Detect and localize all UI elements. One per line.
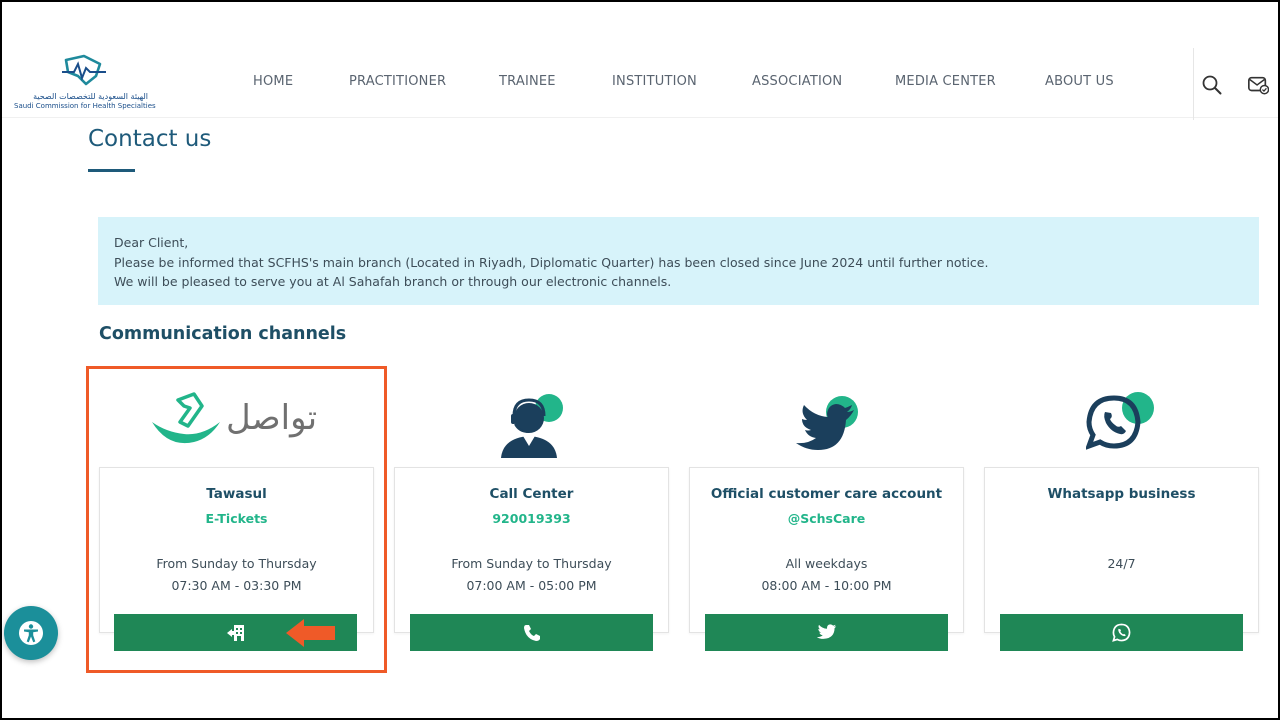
title-underline [88,169,135,172]
card-subtitle-link[interactable]: E-Tickets [100,511,373,526]
whatsapp-icon [1086,392,1154,450]
accessibility-button[interactable] [4,606,58,660]
nav-item-home[interactable]: HOME [253,74,293,89]
card-days: All weekdays [785,556,868,571]
logo-arabic-text: الهيئة السعودية للتخصصات الصحية [33,92,148,101]
tawasul-logo-text: تواصل [226,398,318,438]
notice-line-2: Please be informed that SCFHS's main bra… [114,254,989,270]
card-hours: 08:00 AM - 10:00 PM [761,578,892,593]
card-title: Whatsapp business [1047,486,1196,502]
channel-card-tawasul: Tawasul E-Tickets From Sunday to Thursda… [99,467,374,633]
logo-mark-icon [62,54,106,86]
card-title: Official customer care account [710,486,943,502]
phone-icon [523,624,540,641]
card-hours: 07:30 AM - 03:30 PM [171,578,302,593]
nav-item-association[interactable]: ASSOCIATION [752,74,842,89]
channel-card-whatsapp: Whatsapp business 24/7 [984,467,1259,633]
section-title: Communication channels [99,324,347,344]
card-days: 24/7 [1107,556,1136,571]
whatsapp-button[interactable] [1000,614,1243,651]
notice-line-1: Dear Client, [114,235,189,250]
ticket-icon [226,624,244,641]
search-icon[interactable] [1201,74,1223,96]
card-days: From Sunday to Thursday [451,556,612,571]
page-title: Contact us [88,126,212,152]
accessibility-icon [19,621,43,645]
twitter-button[interactable] [705,614,948,651]
card-title: Call Center [489,486,574,502]
notice-line-3: We will be pleased to serve you at Al Sa… [114,274,672,289]
nav-item-practitioner[interactable]: PRACTITIONER [349,74,446,89]
nav-item-institution[interactable]: INSTITUTION [612,74,697,89]
whatsapp-icon [1112,623,1131,642]
notice-banner: Dear Client, Please be informed that SCF… [98,217,1259,305]
pointer-arrow-icon [286,619,335,647]
card-title: Tawasul [206,486,267,502]
mail-check-icon[interactable] [1247,74,1269,96]
twitter-bird-icon [796,396,858,450]
nav-item-about-us[interactable]: ABOUT US [1045,74,1114,89]
channel-card-call-center: Call Center 920019393 From Sunday to Thu… [394,467,669,633]
tawasul-logo: تواصل [150,392,320,450]
call-center-button[interactable] [410,614,653,651]
nav-item-trainee[interactable]: TRAINEE [499,74,556,89]
scfhs-logo[interactable]: الهيئة السعودية للتخصصات الصحية Saudi Co… [14,54,156,114]
logo-english-text: Saudi Commission for Health Specialties [14,102,156,110]
channel-card-twitter: Official customer care account @SchsCare… [689,467,964,633]
call-center-agent-icon [501,394,563,458]
site-header: الهيئة السعودية للتخصصات الصحية Saudi Co… [2,2,1278,120]
card-hours: 07:00 AM - 05:00 PM [466,578,597,593]
header-separator [1193,48,1194,120]
card-days: From Sunday to Thursday [156,556,317,571]
nav-item-media-center[interactable]: MEDIA CENTER [895,74,996,89]
twitter-icon [816,624,836,639]
card-subtitle-link[interactable]: 920019393 [395,511,668,526]
card-subtitle-link[interactable]: @SchsCare [690,511,963,526]
